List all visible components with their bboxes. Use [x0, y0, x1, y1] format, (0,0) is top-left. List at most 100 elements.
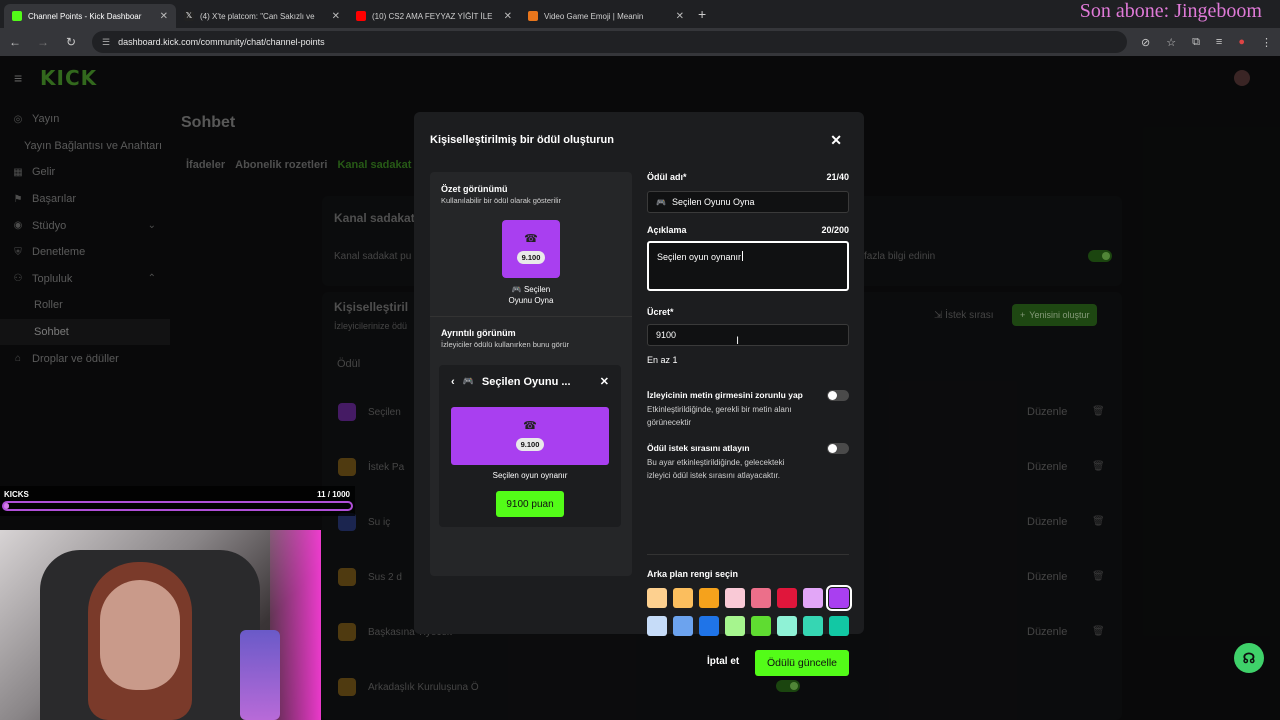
browser-tab-2[interactable]: 𝕏 (4) X'te platcom: "Can Sakızlı ve ✕: [176, 4, 348, 28]
gamepad-icon: 🎮: [462, 376, 474, 386]
detail-banner: ☎ 9.100: [451, 407, 609, 465]
address-bar: ← → ↻ ☰ dashboard.kick.com/community/cha…: [0, 28, 1280, 56]
skip-queue-toggle[interactable]: [827, 443, 849, 454]
detail-description: Seçilen oyun oynanır: [492, 471, 568, 480]
color-swatch[interactable]: [803, 616, 823, 636]
kicks-progress-track: [2, 501, 353, 511]
browser-tab-3[interactable]: (10) CS2 AMA FEYYAZ YİĞİT İLE ✕: [348, 4, 520, 28]
summary-heading: Özet görünümü: [441, 184, 508, 194]
close-icon: ✕: [599, 376, 609, 388]
divider: [647, 554, 849, 555]
color-swatch[interactable]: [751, 616, 771, 636]
reward-icon: ☎: [523, 420, 537, 432]
x-favicon-icon: 𝕏: [184, 11, 194, 21]
close-tab-icon[interactable]: ✕: [504, 11, 512, 22]
kicks-goal-overlay: KICKS 11 / 1000: [0, 486, 355, 516]
color-swatch[interactable]: [777, 616, 797, 636]
help-chat-button[interactable]: ☊: [1234, 643, 1264, 673]
reload-icon[interactable]: ↻: [64, 35, 78, 49]
color-swatch[interactable]: [829, 616, 849, 636]
emoji-site-favicon-icon: [528, 11, 538, 21]
close-tab-icon[interactable]: ✕: [160, 11, 168, 22]
toggle-desc-line: görünecektir: [647, 418, 692, 427]
site-info-icon[interactable]: ☰: [102, 37, 110, 48]
url-field[interactable]: ☰ dashboard.kick.com/community/chat/chan…: [92, 31, 1127, 53]
kicks-label: KICKS: [4, 490, 29, 499]
last-subscriber-overlay: Son abone: Jingeboom: [1079, 0, 1262, 22]
color-swatch-grid: [647, 585, 853, 636]
toggle-description: Etkinleştirildiğinde, gerekli bir metin …: [647, 403, 849, 429]
require-input-toggle[interactable]: [827, 390, 849, 401]
detail-subtitle: İzleyiciler ödülü kullanırken bunu görür: [441, 340, 569, 349]
color-swatch[interactable]: [673, 616, 693, 636]
close-tab-icon[interactable]: ✕: [676, 11, 684, 22]
close-tab-icon[interactable]: ✕: [332, 11, 340, 22]
color-swatch[interactable]: [725, 588, 745, 608]
color-swatch[interactable]: [699, 588, 719, 608]
cost-label: Ücret*: [647, 307, 674, 317]
text-cursor-icon: I: [736, 335, 740, 347]
extensions-icon[interactable]: ⧉: [1192, 36, 1200, 49]
reward-name-input[interactable]: 🎮 Seçilen Oyunu Oyna: [647, 191, 849, 213]
color-swatch[interactable]: [777, 588, 797, 608]
points-pill: 9.100: [515, 438, 545, 451]
toggle-title: İzleyicinin metin girmesini zorunlu yap: [647, 390, 803, 400]
reward-name-value: Seçilen Oyunu Oyna: [671, 197, 755, 207]
color-swatch[interactable]: [751, 588, 771, 608]
url-text: dashboard.kick.com/community/chat/channe…: [118, 37, 325, 47]
description-textarea[interactable]: Seçilen oyun oynanır: [647, 241, 849, 291]
tab-title: (10) CS2 AMA FEYYAZ YİĞİT İLE: [372, 11, 493, 21]
profile-icon[interactable]: ●: [1238, 36, 1245, 49]
toggle-desc-line: Etkinleştirildiğinde, gerekli bir metin …: [647, 405, 792, 414]
color-swatch[interactable]: [803, 588, 823, 608]
color-label: Arka plan rengi seçin: [647, 569, 739, 579]
color-swatch[interactable]: [647, 616, 667, 636]
tab-title: Channel Points - Kick Dashboar: [28, 11, 142, 21]
tab-title: (4) X'te platcom: "Can Sakızlı ve: [200, 11, 315, 21]
redeem-preview-button: 9100 puan: [496, 491, 564, 517]
cost-hint: En az 1: [647, 355, 678, 365]
summary-caption: 🎮 Seçilen Oyunu Oyna: [486, 284, 576, 306]
caption-line: Oyunu Oyna: [508, 296, 554, 305]
summary-subtitle: Kullanılabilir bir ödül olarak gösterili…: [441, 196, 562, 205]
chevron-left-icon: ‹: [451, 375, 455, 388]
color-swatch[interactable]: [699, 616, 719, 636]
menu-icon[interactable]: ⋮: [1261, 36, 1272, 49]
eye-off-icon[interactable]: ⊘: [1141, 36, 1150, 49]
preview-panel: Özet görünümü Kullanılabilir bir ödül ol…: [430, 172, 632, 576]
cancel-button[interactable]: İptal et: [707, 656, 739, 667]
description-count: 20/200: [821, 225, 849, 235]
color-swatch[interactable]: [647, 588, 667, 608]
summary-reward-tile: ☎ 9.100: [502, 220, 560, 278]
tab-title: Video Game Emoji | Meanin: [544, 11, 644, 21]
create-reward-modal: Kişiselleştirilmiş bir ödül oluşturun ✕ …: [414, 112, 864, 676]
divider: [430, 316, 632, 317]
color-swatch[interactable]: [826, 585, 852, 611]
star-icon[interactable]: ☆: [1166, 36, 1176, 49]
toggle-description: Bu ayar etkinleştirildiğinde, gelecektek…: [647, 456, 849, 482]
kicks-count: 11 / 1000: [317, 490, 350, 499]
update-reward-button[interactable]: Ödülü güncelle: [755, 650, 849, 676]
media-icon[interactable]: ≡: [1216, 36, 1222, 49]
kicks-progress-fill: [4, 503, 10, 509]
browser-tab-1[interactable]: Channel Points - Kick Dashboar ✕: [4, 4, 176, 28]
new-tab-button[interactable]: +: [698, 6, 706, 22]
color-swatch[interactable]: [725, 616, 745, 636]
browser-tab-4[interactable]: Video Game Emoji | Meanin ✕: [520, 4, 692, 28]
color-swatch[interactable]: [673, 588, 693, 608]
toggle-title: Ödül istek sırasını atlayın: [647, 443, 750, 453]
back-icon[interactable]: ←: [8, 35, 22, 49]
skip-queue-row: Ödül istek sırasını atlayın Bu ayar etki…: [647, 443, 849, 482]
detail-heading: Ayrıntılı görünüm: [441, 328, 516, 338]
cost-value: 9100: [656, 330, 677, 340]
close-icon[interactable]: ✕: [830, 132, 842, 149]
require-input-row: İzleyicinin metin girmesini zorunlu yap …: [647, 390, 849, 429]
kick-favicon-icon: [12, 11, 22, 21]
cost-input[interactable]: 9100: [647, 324, 849, 346]
led-lamp: [240, 630, 280, 720]
gamepad-icon: 🎮: [656, 197, 666, 207]
caption-line: 🎮 Seçilen: [511, 285, 551, 294]
streamer-face: [100, 580, 180, 690]
webcam-feed: [0, 530, 321, 720]
forward-icon[interactable]: →: [36, 35, 50, 49]
